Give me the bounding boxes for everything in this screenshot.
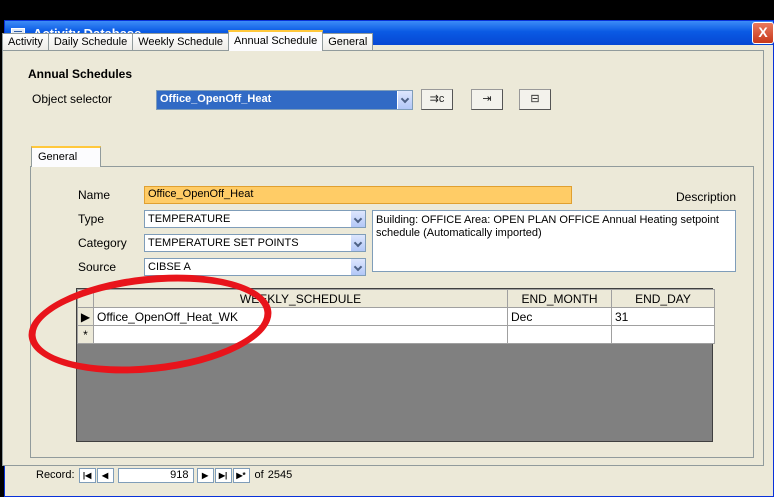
chevron-down-icon[interactable] xyxy=(350,259,365,275)
type-value: TEMPERATURE xyxy=(148,213,231,225)
column-header-end-day[interactable]: END_DAY xyxy=(611,289,715,308)
weekly-schedule-cell[interactable]: Office_OpenOff_Heat_WK xyxy=(93,307,508,326)
end-month-cell[interactable]: Dec xyxy=(507,307,612,326)
background-strip xyxy=(0,0,774,22)
first-record-icon[interactable]: |◀ xyxy=(78,467,96,483)
of-label: of xyxy=(254,469,264,481)
description-label: Description xyxy=(676,190,737,204)
chevron-down-icon[interactable] xyxy=(350,235,365,251)
weekly-schedule-datasheet: WEEKLY_SCHEDULE END_MONTH END_DAY ▶ Offi… xyxy=(76,288,715,442)
source-label: Source xyxy=(78,260,117,274)
chevron-down-icon[interactable] xyxy=(397,91,412,109)
new-record-icon: ⇉c xyxy=(429,93,445,105)
copy-record-icon: ⇥ xyxy=(482,93,492,105)
record-navigator: Record: |◀ ◀ 918 ▶ ▶| ▶* of 2545 xyxy=(4,460,770,490)
chevron-down-icon[interactable] xyxy=(350,211,365,227)
datasheet-header-row: WEEKLY_SCHEDULE END_MONTH END_DAY xyxy=(77,289,715,308)
last-record-icon[interactable]: ▶| xyxy=(214,467,232,483)
end-day-cell[interactable]: 31 xyxy=(611,307,715,326)
object-selector-value: Office_OpenOff_Heat xyxy=(160,93,272,105)
end-day-cell[interactable] xyxy=(611,325,715,344)
next-record-icon[interactable]: ▶ xyxy=(196,467,214,483)
tab-inner-general[interactable]: General xyxy=(31,146,101,167)
previous-record-icon[interactable]: ◀ xyxy=(96,467,114,483)
table-row: ▶ Office_OpenOff_Heat_WK Dec 31 xyxy=(77,307,715,326)
type-label: Type xyxy=(78,212,105,226)
category-combo[interactable]: TEMPERATURE SET POINTS xyxy=(144,234,366,252)
column-header-weekly-schedule[interactable]: WEEKLY_SCHEDULE xyxy=(93,289,508,308)
tab-activity[interactable]: Activity xyxy=(2,33,49,51)
new-record-row: * xyxy=(77,325,715,344)
new-record-button[interactable]: ⇉c xyxy=(421,89,453,110)
close-button[interactable]: X xyxy=(752,22,774,44)
copy-record-button[interactable]: ⇥ xyxy=(471,89,503,110)
new-record-indicator-icon[interactable]: * xyxy=(77,325,94,344)
column-header-end-month[interactable]: END_MONTH xyxy=(507,289,612,308)
tab-general[interactable]: General xyxy=(322,33,374,51)
main-tabs: Activity Daily Schedule Weekly Schedule … xyxy=(2,30,374,51)
tab-annual-schedule[interactable]: Annual Schedule xyxy=(228,30,324,51)
source-value: CIBSE A xyxy=(148,261,191,273)
category-label: Category xyxy=(78,236,127,250)
select-all-cell[interactable] xyxy=(77,289,94,308)
new-record-nav-icon[interactable]: ▶* xyxy=(232,467,250,483)
section-title: Annual Schedules xyxy=(28,67,133,81)
name-label: Name xyxy=(78,188,111,202)
object-selector-combo[interactable]: Office_OpenOff_Heat xyxy=(156,90,413,110)
weekly-schedule-cell[interactable] xyxy=(93,325,508,344)
current-record-indicator-icon[interactable]: ▶ xyxy=(77,307,94,326)
total-records: 2545 xyxy=(267,469,293,481)
name-field[interactable]: Office_OpenOff_Heat xyxy=(144,186,572,204)
category-value: TEMPERATURE SET POINTS xyxy=(148,237,299,249)
type-combo[interactable]: TEMPERATURE xyxy=(144,210,366,228)
object-selector-label: Object selector xyxy=(32,92,113,106)
record-label: Record: xyxy=(36,469,75,481)
source-combo[interactable]: CIBSE A xyxy=(144,258,366,276)
description-field[interactable]: Building: OFFICE Area: OPEN PLAN OFFICE … xyxy=(372,210,736,272)
delete-record-icon: ⊟ xyxy=(530,93,540,105)
end-month-cell[interactable] xyxy=(507,325,612,344)
tab-daily-schedule[interactable]: Daily Schedule xyxy=(47,33,134,51)
delete-record-button[interactable]: ⊟ xyxy=(519,89,551,110)
current-record-field[interactable]: 918 xyxy=(117,467,194,483)
tab-weekly-schedule[interactable]: Weekly Schedule xyxy=(132,33,230,51)
